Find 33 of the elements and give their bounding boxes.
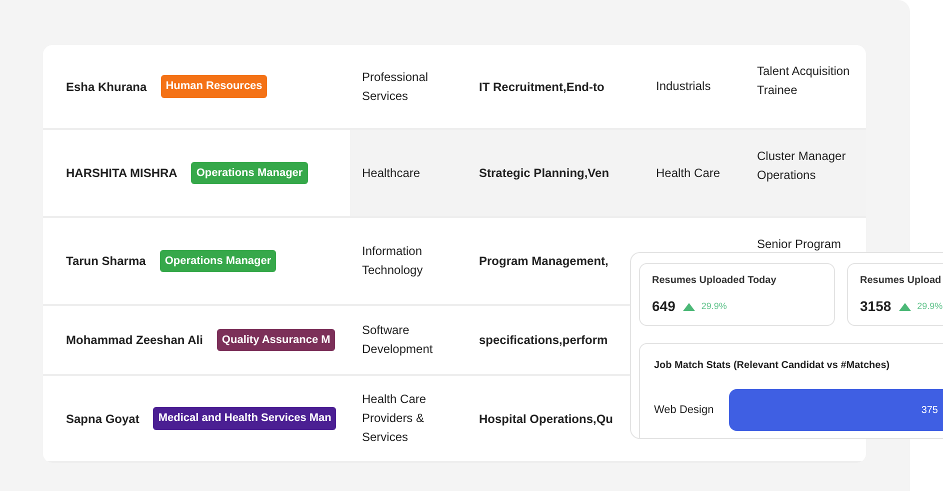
role-tag: Quality Assurance M <box>216 328 336 352</box>
table-cell-text: Health Care <box>656 164 720 182</box>
table-cell-text: Information Technology <box>362 243 424 279</box>
skills-cell-text: Hospital Operations,Qu <box>479 410 614 428</box>
candidate-name: Tarun Sharma <box>66 253 146 270</box>
candidate-name: HARSHITA MISHRA <box>66 165 178 182</box>
role-tag: Operations Manager <box>160 250 276 272</box>
candidate-name: Mohammad Zeeshan Ali <box>66 332 203 349</box>
skills-cell-text: specifications,perform <box>479 332 608 349</box>
table-row[interactable]: Esha Khurana Human Resources Professional Services IT Recruitment,End-to Industrials Talent Acquisition Trainee <box>43 45 866 130</box>
bar-label: Web Design <box>654 402 715 418</box>
table-cell-text: Professional Services <box>362 68 430 104</box>
match-bar: 375 <box>729 389 943 431</box>
table-cell-text: Talent Acquisition Trainee <box>757 63 851 99</box>
role-tag: Operations Manager <box>191 162 308 184</box>
up-triangle-icon <box>683 302 696 310</box>
table-cell-text: Industrials <box>656 78 711 95</box>
table-cell-text: Software Development <box>362 322 434 358</box>
candidate-name: Sapna Goyat <box>66 410 140 428</box>
table-cell-text: Cluster Manager Operations <box>757 148 847 184</box>
up-triangle-icon <box>899 302 912 310</box>
table-cell-text: Senior Program <box>757 236 842 253</box>
role-tag: Human Resources <box>160 75 268 98</box>
skills-cell-text: IT Recruitment,End-to <box>479 78 604 96</box>
skills-cell-text: Program Management, <box>479 253 608 270</box>
change-percent: 29.9% <box>917 300 943 313</box>
candidate-name: Esha Khurana <box>66 78 147 96</box>
table-cell-text: Healthcare <box>362 164 420 182</box>
table-row[interactable]: HARSHITA MISHRA Operations Manager Healthcare Strategic Planning,Ven Health Care Cluster Manager Operations <box>43 130 866 218</box>
stat-title: Resumes Uploaded Today <box>652 274 778 288</box>
role-tag: Medical and Health Services Man <box>153 407 336 430</box>
table-cell-text: Health Care Providers & Services <box>362 391 428 446</box>
skills-cell-text: Strategic Planning,Ven <box>479 165 610 182</box>
